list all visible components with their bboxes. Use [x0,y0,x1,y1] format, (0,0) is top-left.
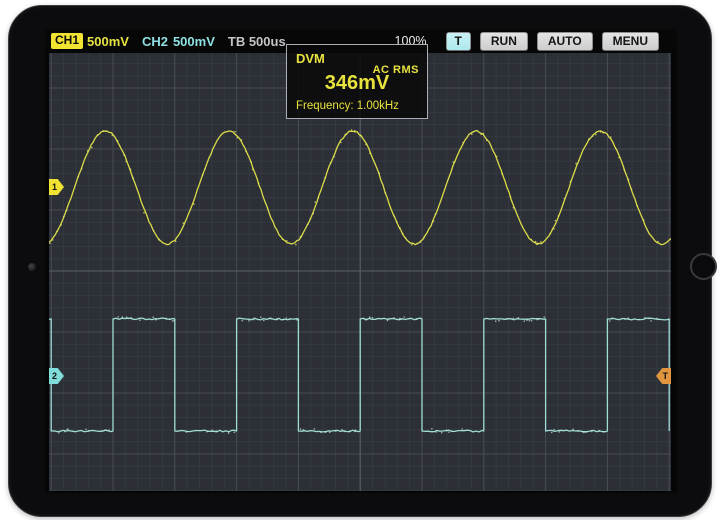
auto-button[interactable]: AUTO [537,32,593,51]
oscilloscope-screen: CH1 500mV CH2 500mV TB 500us 100% T RUN … [45,29,677,493]
page: CH1 500mV CH2 500mV TB 500us 100% T RUN … [0,0,720,520]
camera-icon [28,263,36,271]
timebase-value[interactable]: TB 500us [228,34,286,49]
menu-button[interactable]: MENU [602,32,659,51]
ch1-badge[interactable]: CH1 [51,33,83,49]
run-button[interactable]: RUN [480,32,528,51]
ch2-marker-label: 2 [52,371,57,381]
dvm-overlay[interactable]: DVM AC RMS 346mV Frequency: 1.00kHz [286,44,428,119]
ch2-badge[interactable]: CH2 [142,34,168,49]
ch2-square-trace [49,318,669,432]
home-button[interactable] [690,253,717,280]
dvm-frequency: Frequency: 1.00kHz [296,100,399,112]
ch1-scale-value[interactable]: 500mV [87,34,129,49]
trigger-marker-label: T [663,371,669,381]
dvm-title: DVM [296,51,325,66]
tablet-device: CH1 500mV CH2 500mV TB 500us 100% T RUN … [8,5,712,517]
ch2-scale-value[interactable]: 500mV [173,34,215,49]
ch1-marker-label: 1 [52,182,57,192]
trigger-button[interactable]: T [446,32,471,51]
dvm-reading: 346mV [287,72,427,95]
